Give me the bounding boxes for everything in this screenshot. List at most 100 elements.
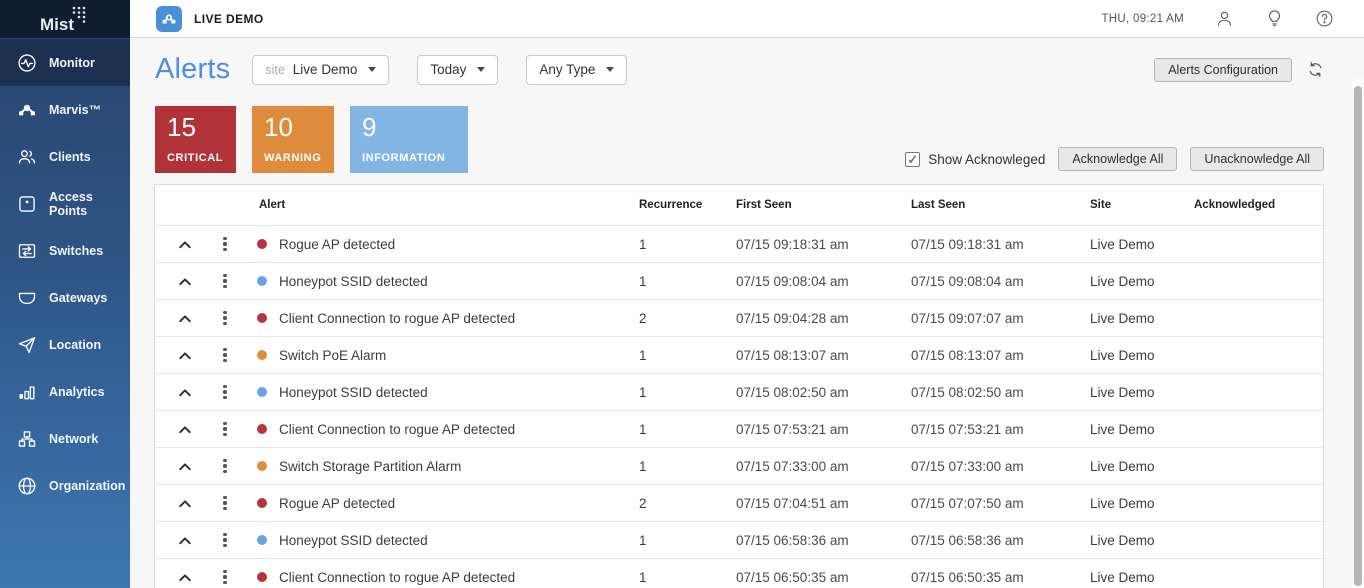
table-row[interactable]: Rogue AP detected 1 07/15 09:18:31 am 07… xyxy=(155,225,1323,262)
vertical-scrollbar-thumb[interactable] xyxy=(1354,86,1362,586)
alert-recurrence: 2 xyxy=(639,310,647,326)
alert-last-seen: 07/15 06:58:36 am xyxy=(911,532,1024,548)
clock: THU, 09:21 AM xyxy=(1101,12,1184,25)
vertical-scrollbar-track[interactable] xyxy=(1352,78,1364,588)
table-row[interactable]: Honeypot SSID detected 1 07/15 08:02:50 … xyxy=(155,373,1323,410)
information-count-card[interactable]: 9 INFORMATION xyxy=(350,106,468,173)
row-menu-icon[interactable] xyxy=(205,569,245,585)
information-label: INFORMATION xyxy=(362,152,446,164)
critical-count-card[interactable]: 15 CRITICAL xyxy=(155,106,236,173)
critical-count: 15 xyxy=(167,112,196,142)
alert-type-dropdown[interactable]: Any Type xyxy=(526,54,628,85)
chevron-down-icon xyxy=(477,67,486,72)
show-acknowledged-toggle[interactable]: ✓ Show Acknowleged xyxy=(905,151,1045,167)
alert-last-seen: 07/15 09:08:04 am xyxy=(911,273,1024,289)
sidebar-item-monitor[interactable]: Monitor xyxy=(0,39,130,86)
org-selector[interactable]: LIVE DEMO xyxy=(156,5,264,32)
lightbulb-icon[interactable] xyxy=(1265,9,1284,28)
collapse-chevron-icon[interactable] xyxy=(155,570,205,584)
information-count: 9 xyxy=(362,112,377,142)
alert-name: Honeypot SSID detected xyxy=(279,384,428,400)
gateway-icon xyxy=(17,288,37,308)
col-recurrence: Recurrence xyxy=(639,199,703,211)
sidebar-item-clients[interactable]: Clients xyxy=(0,133,130,180)
alert-site: Live Demo xyxy=(1090,569,1155,585)
alert-last-seen: 07/15 08:13:07 am xyxy=(911,347,1024,363)
alert-last-seen: 07/15 09:07:07 am xyxy=(911,310,1024,326)
sidebar-item-organization[interactable]: Organization xyxy=(0,462,130,509)
alert-type-value: Any Type xyxy=(539,62,596,77)
table-row[interactable]: Honeypot SSID detected 1 07/15 06:58:36 … xyxy=(155,521,1323,558)
collapse-chevron-icon[interactable] xyxy=(155,348,205,362)
row-menu-icon[interactable] xyxy=(205,458,245,474)
alert-recurrence: 1 xyxy=(639,421,647,437)
access-point-icon xyxy=(17,194,37,214)
table-row[interactable]: Switch PoE Alarm 1 07/15 08:13:07 am 07/… xyxy=(155,336,1323,373)
alert-site: Live Demo xyxy=(1090,273,1155,289)
alert-recurrence: 2 xyxy=(639,495,647,511)
sidebar-item-marvis[interactable]: Marvis™ xyxy=(0,86,130,133)
alert-first-seen: 07/15 09:18:31 am xyxy=(736,236,849,252)
table-row[interactable]: Honeypot SSID detected 1 07/15 09:08:04 … xyxy=(155,262,1323,299)
sidebar-item-access-points[interactable]: Access Points xyxy=(0,180,130,227)
collapse-chevron-icon[interactable] xyxy=(155,422,205,436)
site-filter-value: Live Demo xyxy=(292,62,358,77)
alert-last-seen: 07/15 08:02:50 am xyxy=(911,384,1024,400)
alert-recurrence: 1 xyxy=(639,273,647,289)
time-range-dropdown[interactable]: Today xyxy=(417,54,499,85)
warning-count: 10 xyxy=(264,112,293,142)
sidebar-item-switches[interactable]: Switches xyxy=(0,227,130,274)
site-filter-dropdown[interactable]: site Live Demo xyxy=(252,54,390,85)
help-icon[interactable] xyxy=(1315,9,1334,28)
table-row[interactable]: Switch Storage Partition Alarm 1 07/15 0… xyxy=(155,447,1323,484)
refresh-icon[interactable] xyxy=(1307,61,1324,78)
alerts-table-header: Alert Recurrence First Seen Last Seen Si… xyxy=(155,185,1323,225)
sidebar-item-analytics[interactable]: Analytics xyxy=(0,368,130,415)
row-menu-icon[interactable] xyxy=(205,310,245,326)
user-icon[interactable] xyxy=(1215,9,1234,28)
severity-dot xyxy=(257,498,267,508)
collapse-chevron-icon[interactable] xyxy=(155,274,205,288)
org-name: LIVE DEMO xyxy=(194,11,264,26)
checkbox-checked-icon[interactable]: ✓ xyxy=(905,151,921,167)
collapse-chevron-icon[interactable] xyxy=(155,311,205,325)
alert-name: Rogue AP detected xyxy=(279,236,396,252)
row-menu-icon[interactable] xyxy=(205,421,245,437)
mist-logo[interactable]: Mist xyxy=(0,0,130,38)
row-menu-icon[interactable] xyxy=(205,384,245,400)
collapse-chevron-icon[interactable] xyxy=(155,533,205,547)
alerts-table: Alert Recurrence First Seen Last Seen Si… xyxy=(154,184,1324,588)
collapse-chevron-icon[interactable] xyxy=(155,496,205,510)
row-menu-icon[interactable] xyxy=(205,495,245,511)
paper-plane-icon xyxy=(17,335,37,355)
sidebar-item-network[interactable]: Network xyxy=(0,415,130,462)
row-menu-icon[interactable] xyxy=(205,532,245,548)
alert-first-seen: 07/15 06:58:36 am xyxy=(736,532,849,548)
site-filter-prefix: site xyxy=(265,62,285,77)
collapse-chevron-icon[interactable] xyxy=(155,237,205,251)
collapse-chevron-icon[interactable] xyxy=(155,459,205,473)
table-row[interactable]: Rogue AP detected 2 07/15 07:04:51 am 07… xyxy=(155,484,1323,521)
row-menu-icon[interactable] xyxy=(205,273,245,289)
table-row[interactable]: Client Connection to rogue AP detected 1… xyxy=(155,410,1323,447)
table-row[interactable]: Client Connection to rogue AP detected 2… xyxy=(155,299,1323,336)
sidebar-item-label: Access Points xyxy=(49,189,93,218)
sidebar-nav: Monitor Marvis™ Clients Access Points Switch… xyxy=(0,38,130,509)
table-row[interactable]: Client Connection to rogue AP detected 1… xyxy=(155,558,1323,588)
people-icon xyxy=(17,147,37,167)
row-menu-icon[interactable] xyxy=(205,347,245,363)
sidebar-item-gateways[interactable]: Gateways xyxy=(0,274,130,321)
warning-count-card[interactable]: 10 WARNING xyxy=(252,106,334,173)
row-menu-icon[interactable] xyxy=(205,236,245,252)
collapse-chevron-icon[interactable] xyxy=(155,385,205,399)
alert-first-seen: 07/15 08:13:07 am xyxy=(736,347,849,363)
alert-recurrence: 1 xyxy=(639,458,647,474)
acknowledge-all-button[interactable]: Acknowledge All xyxy=(1058,147,1178,171)
sidebar-item-location[interactable]: Location xyxy=(0,321,130,368)
alert-first-seen: 07/15 07:33:00 am xyxy=(736,458,849,474)
alerts-table-body: Rogue AP detected 1 07/15 09:18:31 am 07… xyxy=(155,225,1323,588)
sitemap-icon xyxy=(17,429,37,449)
sidebar-item-label: Monitor xyxy=(49,55,95,70)
alerts-configuration-button[interactable]: Alerts Configuration xyxy=(1154,57,1292,82)
unacknowledge-all-button[interactable]: Unacknowledge All xyxy=(1190,147,1324,171)
